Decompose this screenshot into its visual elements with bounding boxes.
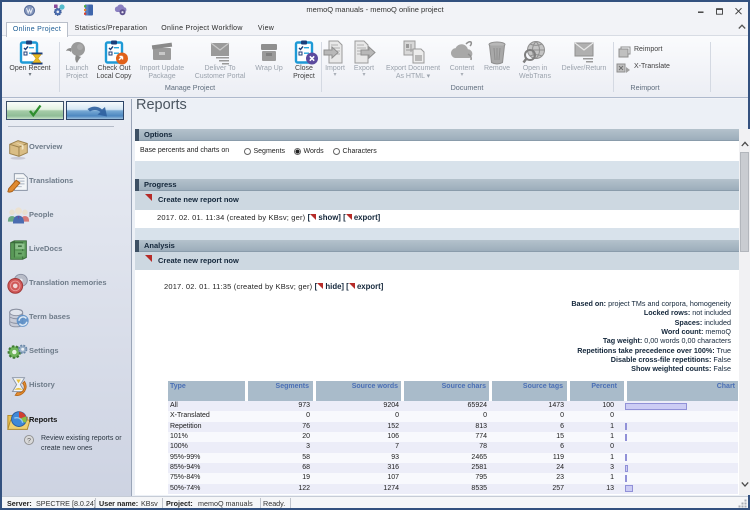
svg-text:?: ? <box>27 437 31 444</box>
